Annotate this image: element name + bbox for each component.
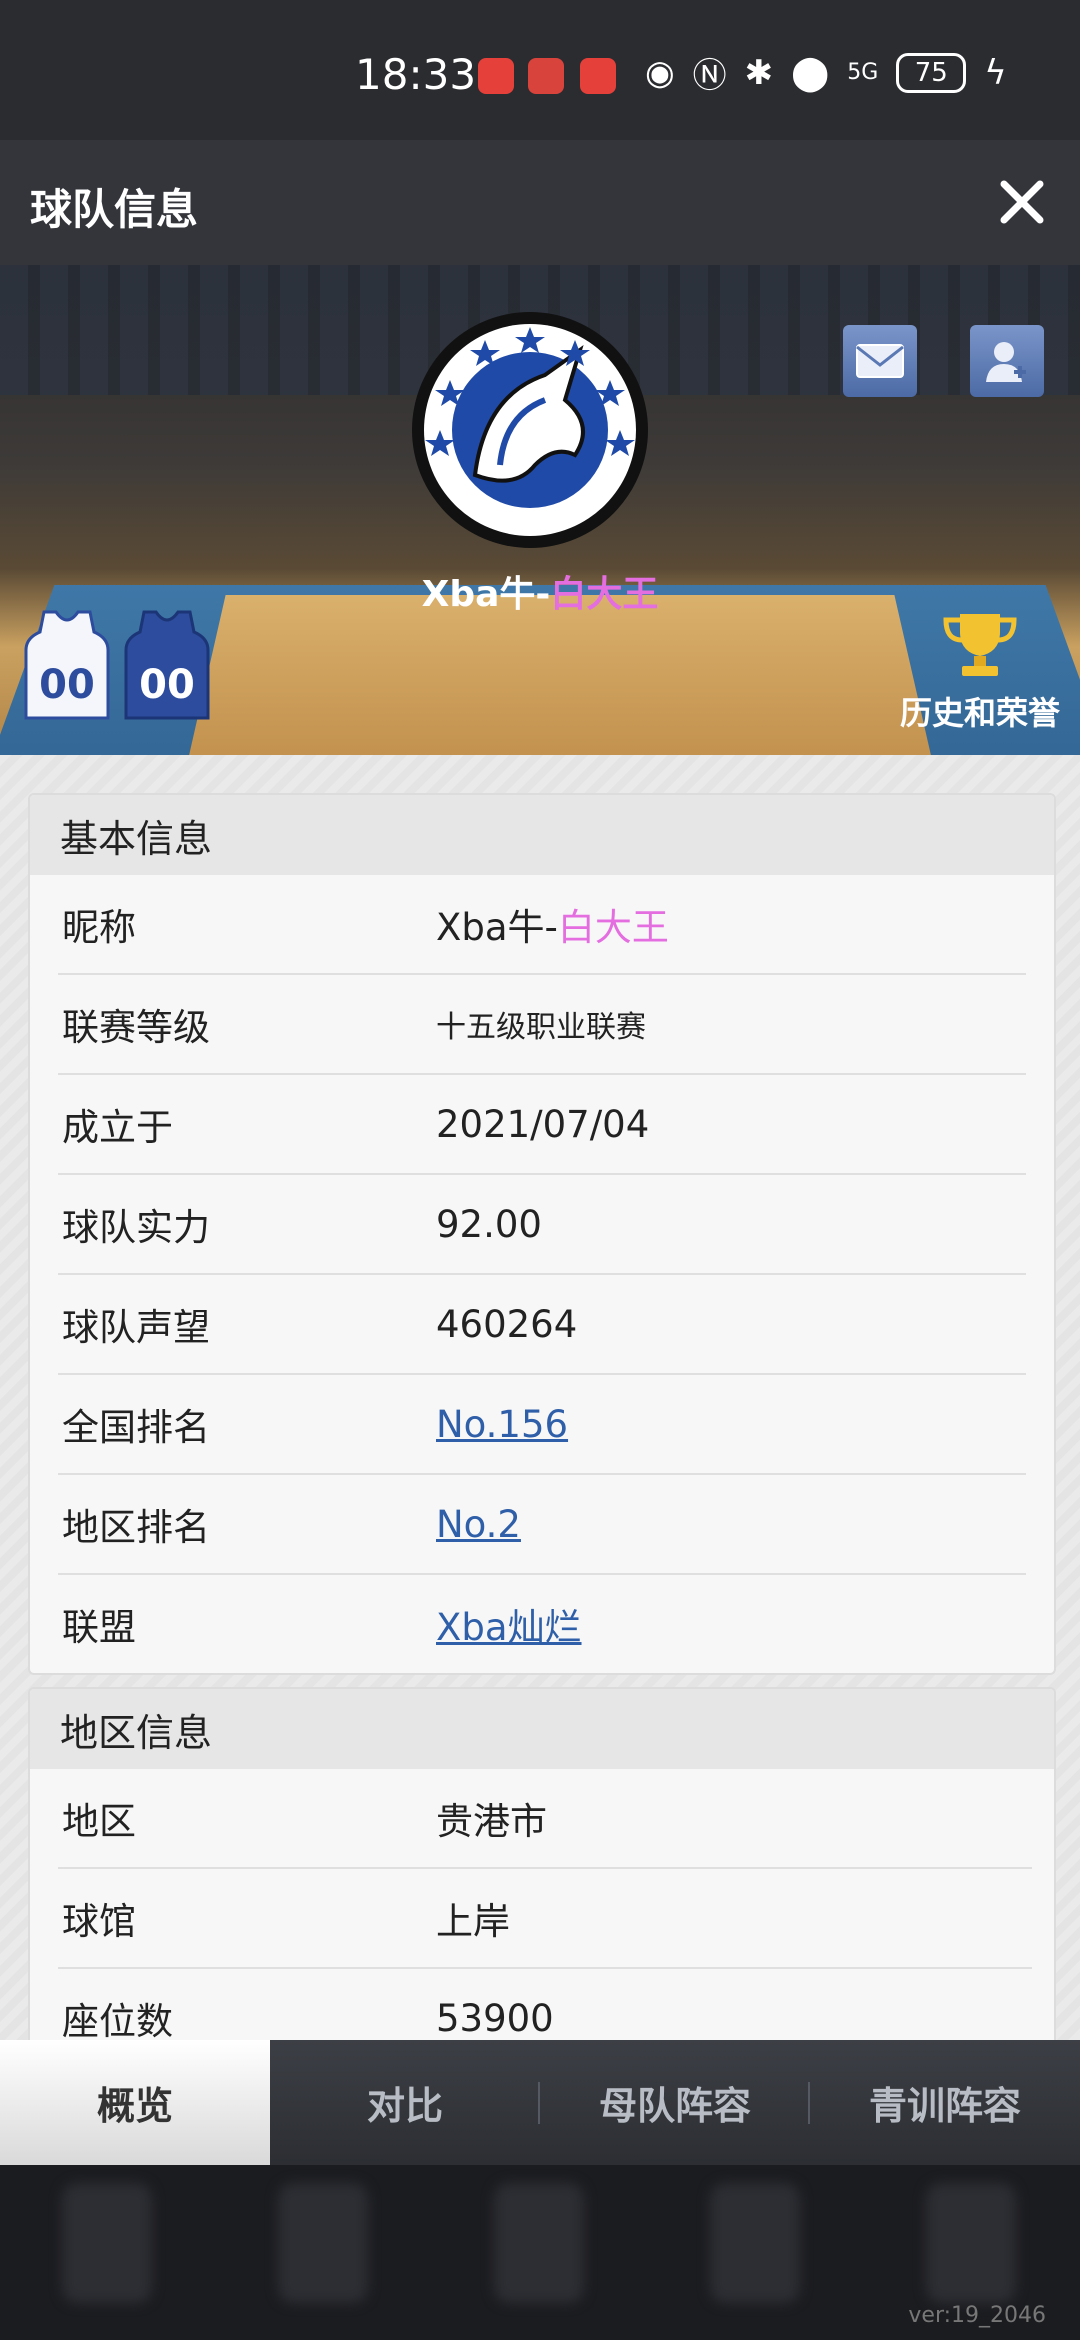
jersey-icon[interactable]: 00: [24, 610, 110, 720]
app-notification-icon: [580, 58, 616, 94]
row-value: 十五级职业联赛: [436, 1010, 646, 1045]
title-bar: 球队信息: [0, 140, 1080, 265]
info-row-league: 联赛等级 十五级职业联赛: [58, 975, 1026, 1075]
team-name-suffix: 白大王: [550, 574, 659, 615]
tab-youth-roster[interactable]: 青训阵容: [810, 2040, 1080, 2165]
page-title: 球队信息: [30, 185, 199, 234]
content-scroll[interactable]: 基本信息 昵称 Xba牛-白大王 联赛等级 十五级职业联赛 成立于 2021/0…: [0, 755, 1080, 2045]
jersey-number-home: 00: [39, 662, 95, 708]
row-value: 贵港市: [436, 1800, 547, 1843]
team-banner: Xba牛-白大王 00 00 历史和荣誉: [0, 265, 1080, 755]
message-button[interactable]: [843, 325, 917, 397]
app-notification-icon: [478, 58, 514, 94]
row-value: 92.00: [436, 1202, 542, 1246]
row-label: 昵称: [62, 906, 136, 949]
mail-icon: [856, 344, 904, 378]
row-value: 53900: [436, 1996, 554, 2040]
add-friend-icon: [986, 342, 1026, 382]
tab-label: 对比: [366, 2084, 443, 2128]
region-info-title: 地区信息: [30, 1689, 1054, 1769]
row-label: 地区: [62, 1800, 136, 1843]
region-rank-link[interactable]: No.2: [436, 1503, 521, 1546]
jersey-icon[interactable]: 00: [124, 610, 210, 720]
info-row-region-rank: 地区排名 No.2: [58, 1475, 1026, 1575]
tab-compare[interactable]: 对比: [270, 2040, 540, 2165]
alliance-link[interactable]: Xba灿烂: [436, 1597, 582, 1651]
court-floor: [180, 595, 940, 755]
blurred-background-nav: ver:19_2046: [0, 2165, 1080, 2340]
info-row-seats: 座位数 53900: [58, 1969, 1032, 2045]
trophy-icon: [943, 614, 1017, 676]
blurred-nav-icon: [710, 2183, 800, 2303]
tab-overview[interactable]: 概览: [0, 2040, 270, 2165]
nfc-icon: Ⓝ: [692, 56, 727, 96]
info-row-reputation: 球队声望 460264: [58, 1275, 1026, 1375]
row-label: 联赛等级: [62, 1006, 210, 1049]
info-row-nickname: 昵称 Xba牛-白大王: [58, 875, 1026, 975]
bluetooth-icon: ✱: [744, 52, 774, 93]
row-label: 成立于: [62, 1106, 173, 1149]
info-row-arena: 球馆 上岸: [58, 1869, 1032, 1969]
row-value: 460264: [436, 1302, 578, 1346]
row-label: 球馆: [62, 1900, 136, 1943]
close-icon[interactable]: [994, 174, 1050, 230]
blurred-nav-icon: [278, 2183, 368, 2303]
tab-bar: 概览 对比 母队阵容 青训阵容: [0, 2040, 1080, 2165]
info-row-strength: 球队实力 92.00: [58, 1175, 1026, 1275]
basic-info-title: 基本信息: [30, 795, 1054, 875]
tab-label: 母队阵容: [598, 2084, 751, 2128]
battery-indicator: 75: [896, 52, 967, 93]
info-row-national-rank: 全国排名 No.156: [58, 1375, 1026, 1475]
charging-icon: ϟ: [984, 52, 1007, 93]
row-label: 座位数: [62, 2000, 173, 2043]
status-time: 18:33: [355, 50, 477, 99]
blurred-nav-icon: [62, 2183, 152, 2303]
row-label: 全国排名: [62, 1406, 210, 1449]
app-notification-icon: [528, 58, 564, 94]
jersey-number-away: 00: [139, 662, 195, 708]
status-bar: 18:33 ◉ Ⓝ ✱ ⬤ 5G 75 ϟ: [0, 0, 1080, 140]
info-row-region: 地区 贵港市: [58, 1769, 1032, 1869]
nickname-prefix: Xba牛-: [436, 906, 558, 949]
blurred-nav-icon: [926, 2183, 1016, 2303]
national-rank-link[interactable]: No.156: [436, 1403, 568, 1446]
row-value: Xba牛-白大王: [436, 897, 669, 951]
row-label: 球队声望: [62, 1306, 210, 1349]
team-logo: [412, 312, 648, 548]
row-label: 球队实力: [62, 1206, 210, 1249]
signal-icon: 5G: [847, 60, 879, 85]
row-label: 地区排名: [62, 1506, 210, 1549]
row-label: 联盟: [62, 1606, 136, 1649]
system-icons: ◉ Ⓝ ✱ ⬤ 5G 75 ϟ: [645, 48, 1007, 97]
info-row-founded: 成立于 2021/07/04: [58, 1075, 1026, 1175]
row-value: 2021/07/04: [436, 1102, 650, 1146]
location-icon: ⬤: [791, 52, 830, 93]
tab-main-roster[interactable]: 母队阵容: [540, 2040, 810, 2165]
honor-label: 历史和荣誉: [899, 694, 1060, 732]
row-value: 上岸: [436, 1900, 510, 1943]
region-info-card: 地区信息 地区 贵港市 球馆 上岸 座位数 53900: [28, 1687, 1056, 2045]
team-name-prefix: Xba牛-: [421, 574, 551, 615]
basic-info-card: 基本信息 昵称 Xba牛-白大王 联赛等级 十五级职业联赛 成立于 2021/0…: [28, 793, 1056, 1675]
nickname-suffix: 白大王: [557, 906, 669, 949]
eye-icon: ◉: [645, 52, 675, 93]
info-row-alliance: 联盟 Xba灿烂: [58, 1575, 1026, 1673]
add-friend-button[interactable]: [970, 325, 1044, 397]
version-label: ver:19_2046: [908, 2303, 1046, 2328]
blurred-nav-icon: [494, 2183, 584, 2303]
history-honor-button[interactable]: 历史和荣誉: [890, 610, 1070, 734]
